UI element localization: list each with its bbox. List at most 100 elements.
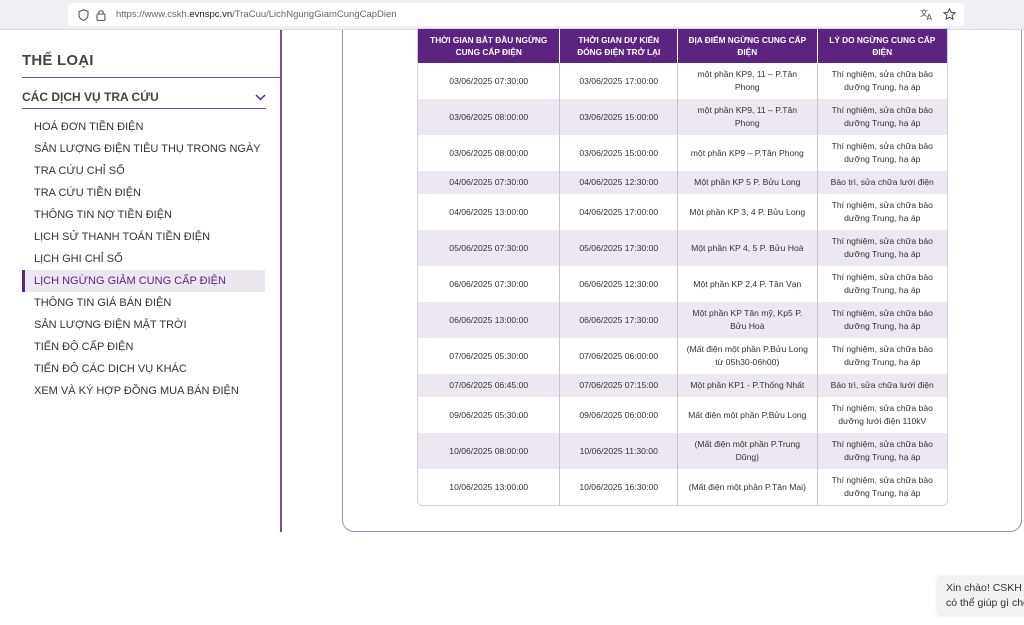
table-row: 03/06/2025 07:30:00 03/06/2025 17:00:00 mộ… <box>418 63 947 99</box>
divider <box>22 108 266 109</box>
chat-greeting-line-1: Xin chào! CSKH E <box>946 582 1024 594</box>
translate-icon[interactable]: 文A <box>920 7 934 21</box>
cell-reason: Thí nghiệm, sửa chữa bảo dưỡng lưới điện… <box>817 397 947 433</box>
sidebar-item-other-services[interactable]: TIẾN ĐỘ CÁC DỊCH VỤ KHÁC <box>22 358 265 380</box>
cell-start: 10/06/2025 08:00:00 <box>418 433 561 469</box>
outage-schedule-table: THỜI GIAN BẮT ĐẦU NGỪNG CUNG CẤP ĐIỆN TH… <box>417 28 948 506</box>
cell-start: 07/06/2025 06:45:00 <box>418 374 561 397</box>
section-label: CÁC DỊCH VỤ TRA CỨU <box>22 90 159 104</box>
table-row: 06/06/2025 07:30:00 06/06/2025 12:30:00 Mộ… <box>418 266 947 302</box>
column-header-start: THỜI GIAN BẮT ĐẦU NGỪNG CUNG CẤP ĐIỆN <box>418 29 561 63</box>
cell-reason: Thí nghiệm, sửa chữa bảo dưỡng Trung, hạ… <box>817 99 947 135</box>
services-list: HOÁ ĐƠN TIỀN ĐIỆN SẢN LƯỢNG ĐIỆN TIÊU TH… <box>22 116 265 402</box>
sidebar-item-reading-schedule[interactable]: LỊCH GHI CHỈ SỐ <box>22 248 265 270</box>
lock-icon[interactable] <box>94 8 108 22</box>
address-bar[interactable]: https://www.cskh.evnspc.vn/TraCuu/LichNg… <box>68 3 964 26</box>
url-text: https://www.cskh.evnspc.vn/TraCuu/LichNg… <box>116 9 397 20</box>
cell-place: Mất điện một phần P.Bửu Long <box>678 397 818 433</box>
table-row: 04/06/2025 13:00:00 04/06/2025 17:00:00 Mộ… <box>418 194 947 230</box>
cell-place: một phần KP9, 11 – P.Tân Phong <box>678 63 818 99</box>
cell-end: 06/06/2025 17:30:00 <box>560 302 679 338</box>
cell-reason: Thí nghiệm, sửa chữa bảo dưỡng Trung, hạ… <box>817 230 947 266</box>
cell-place: một phần KP9 – P.Tân Phong <box>678 135 818 171</box>
cell-reason: Thí nghiệm, sửa chữa bảo dưỡng Trung, hạ… <box>817 302 947 338</box>
cell-start: 03/06/2025 08:00:00 <box>418 135 561 171</box>
table-header-row: THỜI GIAN BẮT ĐẦU NGỪNG CUNG CẤP ĐIỆN TH… <box>418 29 947 63</box>
cell-place: Một phần KP 2,4 P. Tân Vạn <box>678 266 818 302</box>
sidebar-item-invoice[interactable]: HOÁ ĐƠN TIỀN ĐIỆN <box>22 116 265 138</box>
cell-place: (Mất điện một phần P.Bửu Long từ 05h30-0… <box>678 338 818 374</box>
column-header-place: ĐỊA ĐIỂM NGỪNG CUNG CẤP ĐIỆN <box>678 29 818 63</box>
cell-reason: Bảo trì, sửa chữa lưới điện <box>817 374 947 397</box>
cell-start: 03/06/2025 07:30:00 <box>418 63 561 99</box>
sidebar-item-daily-consumption[interactable]: SẢN LƯỢNG ĐIỆN TIÊU THỤ TRONG NGÀY <box>22 138 265 160</box>
table-row: 03/06/2025 08:00:00 03/06/2025 15:00:00 mộ… <box>418 99 947 135</box>
cell-end: 03/06/2025 15:00:00 <box>560 99 679 135</box>
chevron-down-icon[interactable] <box>255 88 266 106</box>
sidebar-item-contracts[interactable]: XEM VÀ KÝ HỢP ĐỒNG MUA BÁN ĐIỆN <box>22 380 265 402</box>
sidebar-item-bill-lookup[interactable]: TRA CỨU TIỀN ĐIỆN <box>22 182 265 204</box>
sidebar-item-debt-info[interactable]: THÔNG TIN NỢ TIỀN ĐIỆN <box>22 204 265 226</box>
cell-place: (Mất điện một phần P.Trung Dũng) <box>678 433 818 469</box>
sidebar-item-supply-progress[interactable]: TIẾN ĐỘ CẤP ĐIỆN <box>22 336 265 358</box>
column-header-reason: LÝ DO NGỪNG CUNG CẤP ĐIỆN <box>817 29 947 63</box>
cell-reason: Bảo trì, sửa chữa lưới điện <box>817 171 947 194</box>
divider <box>22 77 280 78</box>
cell-place: (Mất điện một phần P.Tân Mai) <box>678 469 818 505</box>
sidebar-item-payment-history[interactable]: LỊCH SỬ THANH TOÁN TIỀN ĐIỆN <box>22 226 265 248</box>
cell-reason: Thí nghiệm, sửa chữa bảo dưỡng Trung, hạ… <box>817 266 947 302</box>
sidebar-item-price-info[interactable]: THÔNG TIN GIÁ BÁN ĐIỆN <box>22 292 265 314</box>
column-header-end: THỜI GIAN DỰ KIẾN ĐÓNG ĐIỆN TRỞ LẠI <box>560 29 679 63</box>
cell-reason: Thí nghiệm, sửa chữa bảo dưỡng Trung, hạ… <box>817 433 947 469</box>
table-row: 07/06/2025 05:30:00 07/06/2025 06:00:00 (M… <box>418 338 947 374</box>
sidebar-item-solar-output[interactable]: SẢN LƯỢNG ĐIỆN MẶT TRỜI <box>22 314 265 336</box>
cell-start: 07/06/2025 05:30:00 <box>418 338 561 374</box>
table-row: 10/06/2025 13:00:00 10/06/2025 16:30:00 (M… <box>418 469 947 505</box>
table-row: 07/06/2025 06:45:00 07/06/2025 07:15:00 Mộ… <box>418 374 947 397</box>
sidebar-item-meter-index[interactable]: TRA CỨU CHỈ SỐ <box>22 160 265 182</box>
cell-reason: Thí nghiệm, sửa chữa bảo dưỡng Trung, hạ… <box>817 135 947 171</box>
chat-greeting-line-2: có thể giúp gì cho <box>946 597 1024 609</box>
svg-text:A: A <box>927 13 933 21</box>
cell-start: 03/06/2025 08:00:00 <box>418 99 561 135</box>
cell-end: 06/06/2025 12:30:00 <box>560 266 679 302</box>
cell-end: 04/06/2025 17:00:00 <box>560 194 679 230</box>
cell-end: 05/06/2025 17:30:00 <box>560 230 679 266</box>
sidebar-title: THỂ LOẠI <box>22 52 94 69</box>
cell-place: một phần KP9, 11 – P.Tân Phong <box>678 99 818 135</box>
cell-end: 04/06/2025 12:30:00 <box>560 171 679 194</box>
cell-end: 07/06/2025 07:15:00 <box>560 374 679 397</box>
cell-place: Một phần KP Tân mỹ, Kp5 P. Bửu Hoà <box>678 302 818 338</box>
cell-end: 10/06/2025 11:30:00 <box>560 433 679 469</box>
cell-start: 10/06/2025 13:00:00 <box>418 469 561 505</box>
cell-end: 03/06/2025 17:00:00 <box>560 63 679 99</box>
sidebar: THỂ LOẠI CÁC DỊCH VỤ TRA CỨU HOÁ ĐƠN TIỀ… <box>0 30 282 532</box>
cell-end: 07/06/2025 06:00:00 <box>560 338 679 374</box>
cell-start: 05/06/2025 07:30:00 <box>418 230 561 266</box>
chat-widget[interactable]: Xin chào! CSKH E có thể giúp gì cho <box>938 577 1024 615</box>
cell-end: 10/06/2025 16:30:00 <box>560 469 679 505</box>
table-row: 09/06/2025 05:30:00 09/06/2025 06:00:00 Mấ… <box>418 397 947 433</box>
cell-start: 04/06/2025 07:30:00 <box>418 171 561 194</box>
cell-reason: Thí nghiệm, sửa chữa bảo dưỡng Trung, hạ… <box>817 194 947 230</box>
cell-start: 09/06/2025 05:30:00 <box>418 397 561 433</box>
table-row: 05/06/2025 07:30:00 05/06/2025 17:30:00 Mộ… <box>418 230 947 266</box>
cell-place: Một phần KP 3, 4 P. Bửu Long <box>678 194 818 230</box>
table-row: 06/06/2025 13:00:00 06/06/2025 17:30:00 Mộ… <box>418 302 947 338</box>
cell-start: 04/06/2025 13:00:00 <box>418 194 561 230</box>
cell-start: 06/06/2025 13:00:00 <box>418 302 561 338</box>
cell-end: 03/06/2025 15:00:00 <box>560 135 679 171</box>
cell-reason: Thí nghiệm, sửa chữa bảo dưỡng Trung, hạ… <box>817 469 947 505</box>
cell-place: Một phần KP1 - P.Thống Nhất <box>678 374 818 397</box>
cell-reason: Thí nghiệm, sửa chữa bảo dưỡng Trung, hạ… <box>817 63 947 99</box>
services-section-toggle[interactable]: CÁC DỊCH VỤ TRA CỨU <box>22 87 266 107</box>
cell-end: 09/06/2025 06:00:00 <box>560 397 679 433</box>
shield-icon[interactable] <box>76 8 90 22</box>
cell-place: Một phần KP 4, 5 P. Bửu Hoà <box>678 230 818 266</box>
bookmark-star-icon[interactable] <box>942 7 956 21</box>
cell-start: 06/06/2025 07:30:00 <box>418 266 561 302</box>
table-row: 10/06/2025 08:00:00 10/06/2025 11:30:00 (M… <box>418 433 947 469</box>
sidebar-item-outage-schedule[interactable]: LỊCH NGỪNG GIẢM CUNG CẤP ĐIỆN <box>22 270 265 292</box>
table-row: 03/06/2025 08:00:00 03/06/2025 15:00:00 mộ… <box>418 135 947 171</box>
browser-toolbar: https://www.cskh.evnspc.vn/TraCuu/LichNg… <box>0 0 1024 30</box>
